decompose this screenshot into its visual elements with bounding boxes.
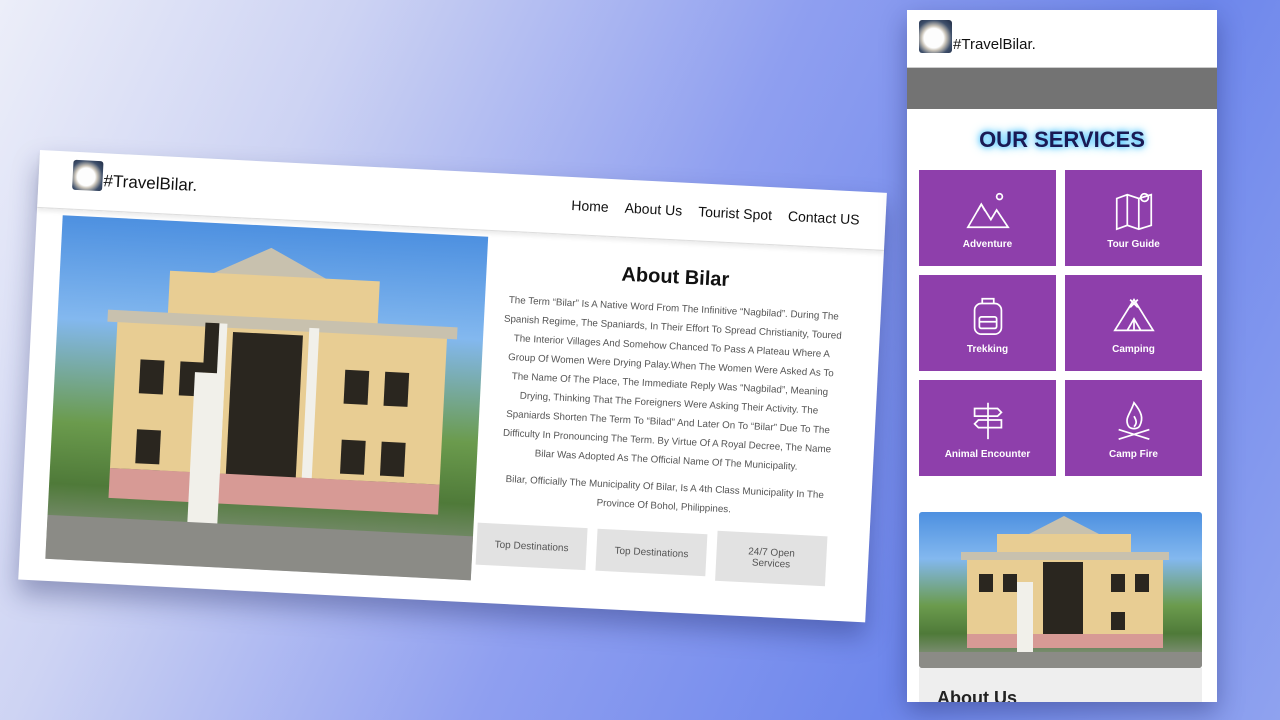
feature-box-open-services[interactable]: 24/7 Open Services <box>715 530 828 587</box>
nav-contact-link[interactable]: Contact US <box>788 208 860 228</box>
nav-home-link[interactable]: Home <box>571 197 609 215</box>
signpost-icon <box>972 402 1003 439</box>
service-tile-tour-guide[interactable]: Tour Guide <box>1065 170 1202 266</box>
tent-icon <box>1112 297 1155 331</box>
service-label: Camp Fire <box>1109 448 1158 460</box>
mobile-about-title: About Us <box>937 688 1017 702</box>
nav-menu: Home About Us Tourist Spot Contact US <box>571 197 860 228</box>
mobile-brand-link[interactable]: #TravelBilar. <box>919 20 1036 53</box>
about-paragraph-2: Bilar, Officially The Municipality Of Bi… <box>505 473 825 516</box>
backpack-icon <box>973 297 1002 335</box>
service-label: Tour Guide <box>1107 238 1160 250</box>
globe-logo-icon <box>919 20 952 53</box>
mobile-mockup: #TravelBilar. OUR SERVICES Adventure Tou… <box>907 10 1217 702</box>
services-title: OUR SERVICES <box>979 127 1145 152</box>
mobile-brand-name: #TravelBilar. <box>953 36 1036 53</box>
service-tile-camping[interactable]: Camping <box>1065 275 1202 371</box>
mobile-navbar: #TravelBilar. <box>907 10 1217 68</box>
service-label: Trekking <box>966 343 1009 355</box>
service-tile-trekking[interactable]: Trekking <box>919 275 1056 371</box>
about-section: About Bilar The Term “Bilar” Is A Native… <box>481 237 860 525</box>
about-paragraph-1: The Term “Bilar” Is A Native Word From T… <box>502 294 842 473</box>
municipal-hall-photo <box>45 215 489 581</box>
feature-box-top-destinations-2[interactable]: Top Destinations <box>595 528 708 577</box>
service-tile-animal-encounter[interactable]: Animal Encounter <box>919 380 1056 476</box>
mobile-menu-bar <box>907 68 1217 109</box>
campfire-icon <box>1117 400 1150 440</box>
nav-tourist-spot-link[interactable]: Tourist Spot <box>698 203 773 223</box>
brand-link[interactable]: #TravelBilar. <box>72 159 198 196</box>
service-tile-adventure[interactable]: Adventure <box>919 170 1056 266</box>
mountains-icon <box>965 192 1010 228</box>
feature-box-top-destinations[interactable]: Top Destinations <box>475 522 588 571</box>
services-grid: Adventure Tour Guide Trekking Camping An… <box>919 170 1202 476</box>
service-label: Animal Encounter <box>944 448 1031 460</box>
globe-logo-icon <box>72 159 104 192</box>
map-pin-icon <box>1115 192 1152 230</box>
service-tile-camp-fire[interactable]: Camp Fire <box>1065 380 1202 476</box>
feature-boxes: Top Destinations Top Destinations 24/7 O… <box>475 522 828 587</box>
brand-name: #TravelBilar. <box>103 171 198 195</box>
desktop-mockup: #TravelBilar. Home About Us Tourist Spot… <box>18 150 887 623</box>
mobile-municipal-hall-photo <box>919 512 1202 668</box>
nav-about-link[interactable]: About Us <box>624 200 682 219</box>
service-label: Adventure <box>962 238 1013 250</box>
service-label: Camping <box>1112 343 1155 355</box>
